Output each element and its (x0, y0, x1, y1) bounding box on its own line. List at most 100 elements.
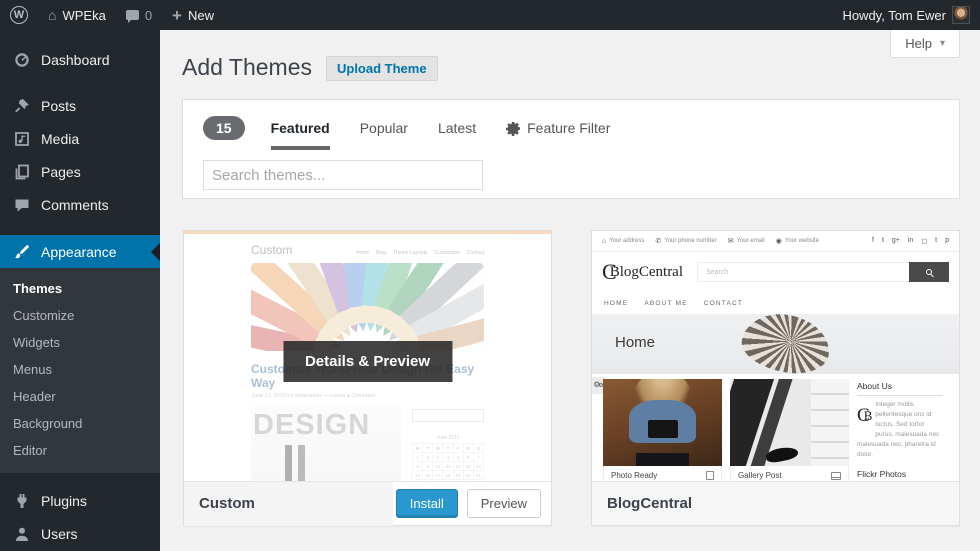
wordpress-admin-screen: W ⌂ WPEka 0 + New Howdy, Tom Ewer Dashbo… (0, 0, 980, 551)
submenu-item-menus[interactable]: Menus (0, 356, 160, 383)
sidebar-item-users[interactable]: Users (0, 517, 160, 550)
site-name: WPEka (62, 8, 105, 23)
mock-site-nav: HomeBlogTheme LayoutsCustomizerContact (356, 250, 484, 256)
mock-contact-home: ⌂Your address (602, 237, 644, 245)
tumblr-icon: t (935, 237, 937, 245)
submenu-item-background[interactable]: Background (0, 410, 160, 437)
users-icon (13, 525, 31, 543)
new-label: New (188, 8, 214, 23)
sidebar-item-label: Users (41, 526, 78, 542)
upload-theme-button[interactable]: Upload Theme (326, 56, 438, 81)
mock-nav-item: Theme Layouts (393, 250, 427, 256)
mock-utility-bar: ⌂Your address✆Your phone number✉Your ema… (592, 231, 959, 252)
plugins-icon (13, 492, 31, 510)
email-icon: ✉ (728, 237, 734, 245)
calendar-title: June 2015 (412, 435, 484, 441)
theme-card-custom[interactable]: Custom HomeBlogTheme LayoutsCustomizerCo… (183, 230, 552, 526)
calendar-grid: MTWTFSS123456789101112131415161718192021… (412, 443, 484, 481)
comments-count: 0 (145, 8, 152, 23)
theme-name: Custom (184, 482, 393, 526)
sidebar-item-label: Media (41, 131, 79, 147)
sidebar-item-pages[interactable]: Pages (0, 155, 160, 188)
new-content-menu[interactable]: + New (162, 0, 224, 30)
search-themes-input[interactable] (203, 160, 483, 190)
submenu-item-header[interactable]: Header (0, 383, 160, 410)
phone-icon: ✆ (655, 237, 661, 245)
tab-latest[interactable]: Latest (438, 120, 476, 136)
sidebar-item-plugins[interactable]: Plugins (0, 484, 160, 517)
twitter-icon: t (882, 237, 884, 245)
about-us-text: CB Integer mollis pellentesque orci id l… (857, 400, 943, 460)
submenu-item-themes[interactable]: Themes (0, 275, 160, 302)
mock-social-icons: ftg+in◻tp (872, 237, 949, 245)
details-preview-button[interactable]: Details & Preview (283, 341, 452, 382)
tab-featured[interactable]: Featured (271, 120, 330, 136)
submenu-item-customize[interactable]: Customize (0, 302, 160, 329)
mock-sidebar: June 2015 MTWTFSS12345678910111213141516… (412, 407, 484, 481)
flickr-photos-heading: Flickr Photos (857, 469, 943, 481)
design-word: DESIGN (251, 407, 401, 440)
wordpress-logo-menu[interactable]: W (0, 0, 38, 30)
mock-content: ⚙⚙ Photo Ready (592, 374, 959, 481)
admin-sidebar: Dashboard Posts Media Pages Comments Appearan… (0, 30, 160, 551)
mock-post-meta: June 17, 2015 by webmaster — Leave a Com… (251, 393, 484, 399)
mock-hero-title: Home (615, 334, 655, 351)
mock-sidebar: About Us CB Integer mollis pellentesque … (857, 379, 943, 481)
pinterest-icon: p (945, 237, 949, 245)
install-button[interactable]: Install (396, 489, 458, 518)
theme-count-badge: 15 (203, 116, 245, 140)
submenu-item-widgets[interactable]: Widgets (0, 329, 160, 356)
blogcentral-theme-screenshot: ⌂Your address✆Your phone number✉Your ema… (592, 231, 959, 481)
theme-card-blogcentral[interactable]: ⌂Your address✆Your phone number✉Your ema… (591, 230, 960, 526)
page-title: Add Themes (182, 53, 312, 82)
post-format-gallery-icon (831, 472, 841, 480)
home-icon: ⌂ (602, 238, 606, 245)
appearance-icon (13, 243, 31, 261)
comments-icon (13, 196, 31, 214)
help-tab[interactable]: Help ▾ (890, 30, 960, 58)
preview-button[interactable]: Preview (467, 489, 541, 518)
sidebar-item-label: Pages (41, 164, 81, 180)
design-post-image: DESIGN (251, 407, 401, 481)
blogcentral-logo: C BlogCentral (602, 259, 683, 285)
sidebar-item-appearance[interactable]: Appearance (0, 235, 160, 268)
sidebar-item-dashboard[interactable]: Dashboard (0, 43, 160, 76)
gallery-post-thumbnail (730, 379, 849, 466)
help-label: Help (905, 36, 932, 51)
mock-header: C BlogCentral Search (592, 252, 959, 292)
mock-nav-item: CONTACT (704, 300, 743, 307)
instagram-icon: ◻ (921, 237, 927, 245)
media-icon (13, 130, 31, 148)
mock-post-titlebar: Photo Ready (603, 466, 722, 481)
sidebar-item-label: Dashboard (41, 52, 110, 68)
mock-contact-website: ◉Your website (776, 237, 819, 245)
submenu-item-editor[interactable]: Editor (0, 437, 160, 464)
pencil-bar (298, 445, 305, 481)
dashboard-icon (13, 51, 31, 69)
comments-menu[interactable]: 0 (116, 0, 162, 30)
site-name-menu[interactable]: ⌂ WPEka (38, 0, 116, 30)
user-avatar (952, 6, 970, 24)
mock-post-titlebar: Gallery Post (730, 466, 849, 481)
sidebar-item-label: Posts (41, 98, 76, 114)
mock-contact-email: ✉Your email (728, 237, 765, 245)
facebook-icon: f (872, 237, 874, 245)
tab-popular[interactable]: Popular (360, 120, 408, 136)
wordpress-logo-icon: W (10, 6, 28, 24)
beanie-photo (738, 314, 835, 374)
mock-nav-item: Home (356, 250, 369, 256)
sidebar-item-media[interactable]: Media (0, 122, 160, 155)
blogcentral-monogram: CB (857, 401, 872, 430)
posts-icon (13, 97, 31, 115)
filter-row: 15 Featured Popular Latest Feature Filter (203, 110, 939, 146)
sidebar-item-comments[interactable]: Comments (0, 188, 160, 221)
sidebar-item-posts[interactable]: Posts (0, 89, 160, 122)
search-icon (926, 269, 932, 275)
sidebar-item-label: Appearance (41, 244, 117, 260)
feature-filter-link[interactable]: Feature Filter (506, 120, 610, 136)
themes-filter-bar: 15 Featured Popular Latest Feature Filter (182, 99, 960, 199)
mock-calendar: June 2015 MTWTFSS12345678910111213141516… (412, 435, 484, 481)
my-account-menu[interactable]: Howdy, Tom Ewer (832, 0, 980, 30)
theme-card-footer: Custom Install Preview (184, 481, 551, 525)
linkedin-icon: in (908, 237, 913, 245)
